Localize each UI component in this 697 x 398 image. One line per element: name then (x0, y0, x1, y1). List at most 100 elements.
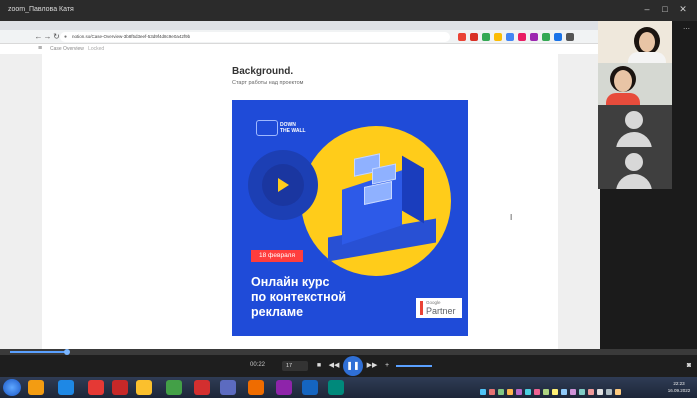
participant-face (639, 32, 655, 52)
taskbar-app-icon[interactable] (220, 380, 236, 395)
start-button[interactable] (3, 379, 21, 396)
extension-icon[interactable] (458, 33, 466, 41)
promo-image: DOWN THE WALL 18 февраля Онлайн курс по … (232, 100, 468, 336)
forward-icon[interactable]: → (43, 32, 52, 41)
tray-icon[interactable] (606, 389, 612, 395)
taskbar-app-icon[interactable] (28, 380, 44, 395)
extension-icon[interactable] (494, 33, 502, 41)
menu-icon[interactable]: ≡ (38, 45, 42, 52)
date-badge: 18 февраля (251, 250, 303, 262)
playlist-count: 17 (286, 363, 293, 369)
extension-icon[interactable] (542, 33, 550, 41)
breadcrumb[interactable]: Case Overview Locked (50, 46, 104, 52)
extension-icon[interactable] (566, 33, 574, 41)
extension-icon[interactable] (518, 33, 526, 41)
pause-button[interactable]: ❚❚ (343, 356, 363, 376)
tray-icon[interactable] (489, 389, 495, 395)
headline-line: по контекстной (251, 290, 347, 304)
extension-icon[interactable] (470, 33, 478, 41)
participant-video[interactable] (598, 21, 672, 63)
text-cursor-icon: I (510, 213, 513, 222)
rewind-icon[interactable]: ◀◀ (328, 360, 340, 372)
partner-big-text: Partner (426, 306, 456, 316)
tray-icon[interactable] (480, 389, 486, 395)
participant-avatar[interactable] (598, 147, 672, 189)
tray-icon[interactable] (615, 389, 621, 395)
logo-text: DOWN THE WALL (280, 122, 306, 134)
system-tray (480, 382, 624, 395)
taskbar-app-icon[interactable] (112, 380, 128, 395)
browser-tabbar (0, 21, 600, 30)
player-titlebar: zoom_Павлова Катя – □ ✕ (0, 0, 697, 21)
seek-progress (10, 351, 68, 353)
close-icon[interactable]: ✕ (676, 3, 690, 15)
clock-date: 16.09.2022 (667, 388, 691, 393)
volume-icon[interactable]: + (382, 360, 392, 372)
playlist-counter[interactable]: 17 (282, 361, 308, 371)
participant-video[interactable] (598, 63, 672, 105)
headline-line: Онлайн курс (251, 275, 330, 289)
breadcrumb-item[interactable]: Case Overview (50, 46, 84, 52)
logo-text-line: THE WALL (280, 128, 306, 134)
minimize-icon[interactable]: – (640, 3, 654, 15)
participant-avatar[interactable] (598, 105, 672, 147)
participant-shirt (628, 52, 666, 63)
url-text: notion.so/Case-Overview-3b8f5d3eef-53d9f… (72, 34, 191, 39)
play-icon (278, 178, 289, 192)
tray-icon[interactable] (543, 389, 549, 395)
tray-icon[interactable] (597, 389, 603, 395)
taskbar-app-icon[interactable] (58, 380, 74, 395)
promo-headline: Онлайн курс по контекстной рекламе (251, 275, 346, 320)
tray-icon[interactable] (588, 389, 594, 395)
taskbar-app-icon[interactable] (194, 380, 210, 395)
avatar-body (616, 174, 652, 189)
browser-toolbar: ← → ↻ ● notion.so/Case-Overview-3b8f5d3e… (0, 30, 600, 44)
google-partner-badge: Google Partner (416, 298, 462, 318)
tray-icon[interactable] (507, 389, 513, 395)
avatar-body (616, 132, 652, 147)
stop-icon[interactable]: ■ (314, 360, 324, 372)
taskbar-app-icon[interactable] (136, 380, 152, 395)
taskbar-clock[interactable]: 22:23 16.09.2022 (664, 380, 694, 394)
screen: zoom_Павлова Катя – □ ✕ ← → ↻ ● notion.s… (0, 0, 697, 398)
current-time: 00:22 (250, 362, 266, 368)
left-gutter (0, 54, 42, 349)
tray-icon[interactable] (552, 389, 558, 395)
taskbar-app-icon[interactable] (328, 380, 344, 395)
tray-icon[interactable] (534, 389, 540, 395)
player-controls: 00:22 17 ■ ◀◀ ❚❚ ▶▶ + ◙ (0, 355, 697, 377)
participant-face (614, 70, 632, 92)
partner-small-text: Google (426, 300, 441, 305)
extension-icon[interactable] (482, 33, 490, 41)
taskbar-app-icon[interactable] (166, 380, 182, 395)
taskbar-app-icon[interactable] (276, 380, 292, 395)
windows-taskbar: 22:23 16.09.2022 (0, 377, 697, 398)
taskbar-app-icon[interactable] (88, 380, 104, 395)
tray-icon[interactable] (498, 389, 504, 395)
partner-bar (420, 301, 423, 315)
right-gutter (558, 54, 600, 349)
taskbar-app-icon[interactable] (248, 380, 264, 395)
taskbar-app-icon[interactable] (302, 380, 318, 395)
window-title: zoom_Павлова Катя (8, 6, 74, 13)
fast-forward-icon[interactable]: ▶▶ (366, 360, 378, 372)
tray-icon[interactable] (561, 389, 567, 395)
logo-icon (256, 120, 278, 136)
address-bar[interactable]: ● notion.so/Case-Overview-3b8f5d3eef-53d… (60, 32, 450, 42)
tray-icon[interactable] (579, 389, 585, 395)
extension-icon[interactable] (506, 33, 514, 41)
tray-icon[interactable] (516, 389, 522, 395)
back-icon[interactable]: ← (34, 32, 43, 41)
more-options-icon[interactable]: ⋯ (683, 25, 690, 33)
volume-slider[interactable] (396, 365, 432, 367)
fullscreen-icon[interactable]: ◙ (684, 360, 694, 372)
tray-icon[interactable] (525, 389, 531, 395)
tray-icon[interactable] (570, 389, 576, 395)
avatar-head (625, 111, 643, 129)
page-subtitle: Старт работы над проектом (232, 80, 304, 86)
avatar-head (625, 153, 643, 171)
participant-shirt (606, 93, 640, 105)
extension-icon[interactable] (554, 33, 562, 41)
extension-icon[interactable] (530, 33, 538, 41)
maximize-icon[interactable]: □ (658, 3, 672, 15)
